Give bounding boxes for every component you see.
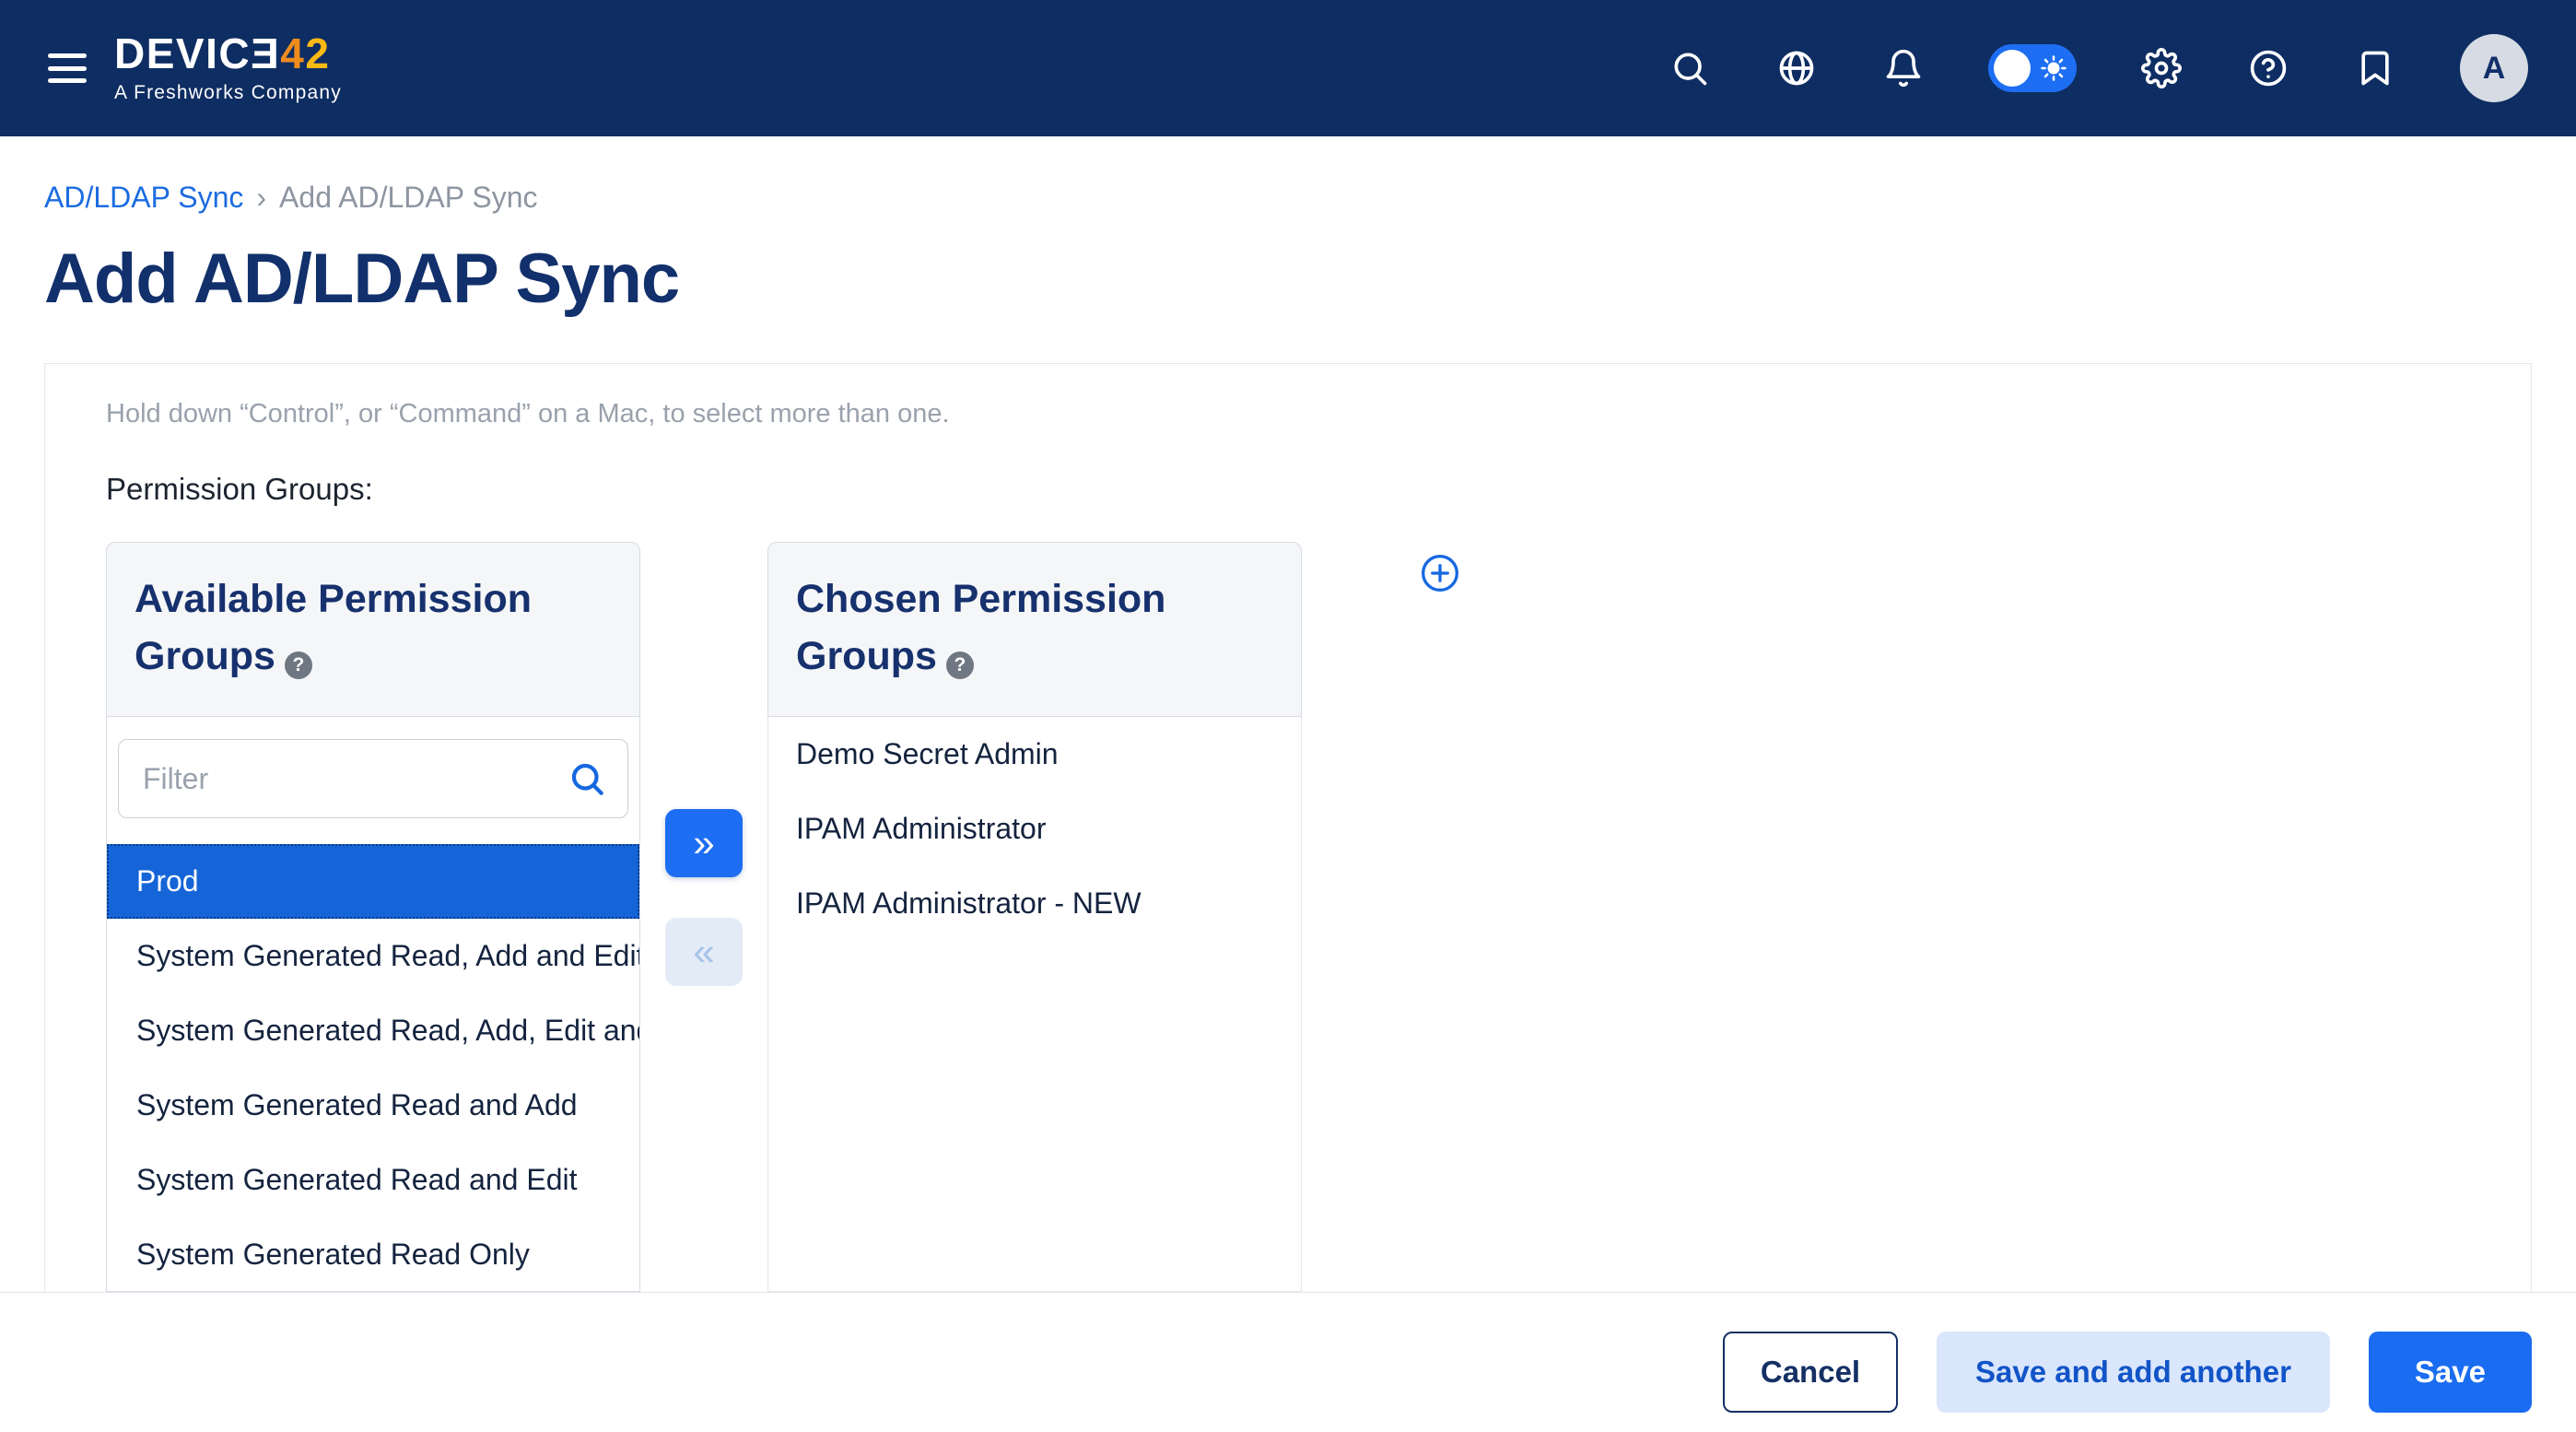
- breadcrumb-separator: ›: [256, 181, 266, 215]
- menu-icon[interactable]: [48, 53, 87, 83]
- add-permission-group-button[interactable]: [1420, 553, 1460, 598]
- chosen-list: Demo Secret AdminIPAM AdministratorIPAM …: [767, 717, 1302, 1292]
- breadcrumb: AD/LDAP Sync › Add AD/LDAP Sync: [44, 181, 2576, 215]
- available-option[interactable]: System Generated Read and Add: [107, 1068, 639, 1143]
- filter-wrap: [118, 739, 628, 818]
- toggle-knob: [1994, 50, 2031, 87]
- cancel-button[interactable]: Cancel: [1723, 1332, 1898, 1413]
- bell-icon[interactable]: [1881, 46, 1926, 90]
- available-panel-body: ProdSystem Generated Read, Add and EditS…: [106, 717, 640, 1292]
- help-circle-icon[interactable]: [2246, 46, 2290, 90]
- page-title: Add AD/LDAP Sync: [44, 239, 2576, 319]
- move-left-button[interactable]: «: [665, 918, 743, 986]
- chosen-panel-title: Chosen Permission Groups: [796, 577, 1165, 678]
- form-card: Hold down “Control”, or “Command” on a M…: [44, 363, 2532, 1292]
- save-and-add-another-button[interactable]: Save and add another: [1937, 1332, 2330, 1413]
- breadcrumb-link[interactable]: AD/LDAP Sync: [44, 181, 243, 215]
- navbar-actions: A: [1668, 34, 2528, 102]
- device42-logo[interactable]: DEVICƎ42 A Freshworks Company: [114, 32, 342, 104]
- search-icon[interactable]: [1668, 46, 1712, 90]
- search-icon: [568, 759, 606, 803]
- move-right-button[interactable]: »: [665, 809, 743, 877]
- move-buttons: » «: [640, 542, 767, 986]
- permission-groups-widget: Available Permission Groups? ProdSystem …: [106, 542, 2531, 1292]
- sun-icon: [2040, 54, 2067, 87]
- filter-input[interactable]: [118, 739, 628, 818]
- available-option[interactable]: System Generated Read Only: [107, 1217, 639, 1292]
- breadcrumb-current: Add AD/LDAP Sync: [279, 181, 537, 215]
- top-navbar: DEVICƎ42 A Freshworks Company A: [0, 0, 2576, 136]
- theme-toggle[interactable]: [1988, 44, 2077, 92]
- multiselect-hint: Hold down “Control”, or “Command” on a M…: [106, 399, 2531, 429]
- available-option[interactable]: System Generated Read, Add and Edit: [107, 919, 639, 993]
- chosen-panel-header: Chosen Permission Groups?: [767, 542, 1302, 717]
- footer-actions: Cancel Save and add another Save: [0, 1293, 2576, 1413]
- save-button[interactable]: Save: [2369, 1332, 2532, 1413]
- available-option[interactable]: System Generated Read, Add, Edit and Del…: [107, 993, 639, 1068]
- chosen-panel: Chosen Permission Groups? Demo Secret Ad…: [767, 542, 1302, 1292]
- help-icon[interactable]: ?: [946, 651, 974, 679]
- available-list: ProdSystem Generated Read, Add and EditS…: [107, 844, 639, 1292]
- gear-icon[interactable]: [2139, 46, 2184, 90]
- logo-text: DEVICƎ42: [114, 32, 342, 75]
- bookmark-icon[interactable]: [2353, 46, 2397, 90]
- permission-groups-label: Permission Groups:: [106, 472, 2531, 507]
- available-panel-title: Available Permission Groups: [135, 577, 532, 678]
- available-panel: Available Permission Groups? ProdSystem …: [106, 542, 640, 1292]
- chosen-option[interactable]: IPAM Administrator - NEW: [768, 866, 1301, 941]
- help-icon[interactable]: ?: [285, 651, 312, 679]
- available-option[interactable]: Prod: [107, 844, 639, 919]
- available-panel-header: Available Permission Groups?: [106, 542, 640, 717]
- logo-subtitle: A Freshworks Company: [114, 82, 342, 104]
- chosen-option[interactable]: Demo Secret Admin: [768, 717, 1301, 792]
- avatar[interactable]: A: [2460, 34, 2528, 102]
- available-option[interactable]: System Generated Read and Edit: [107, 1143, 639, 1217]
- globe-icon[interactable]: [1774, 46, 1819, 90]
- chosen-option[interactable]: IPAM Administrator: [768, 792, 1301, 866]
